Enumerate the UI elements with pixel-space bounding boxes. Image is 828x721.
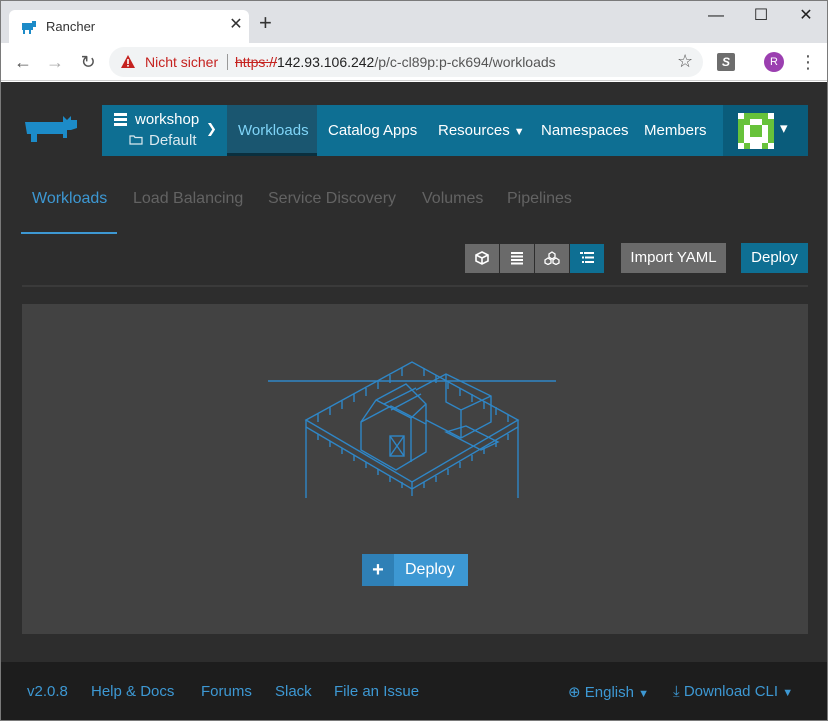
nav-label: Resources: [438, 122, 510, 139]
subtab-volumes[interactable]: Volumes: [422, 190, 483, 208]
language-selector[interactable]: ⊕ English ▼: [568, 683, 649, 701]
browser-titlebar: Rancher ✕ + — ☐ ✕: [1, 1, 827, 43]
address-separator: [227, 54, 228, 70]
deploy-button[interactable]: Deploy: [741, 243, 808, 273]
file-issue-link[interactable]: File an Issue: [334, 683, 419, 700]
plus-icon: +: [362, 554, 394, 586]
tab-title: Rancher: [46, 19, 96, 34]
security-warning: Nicht sicher: [145, 54, 219, 70]
rancher-app: workshop Default ❯ Workloads Catalog App…: [1, 82, 827, 720]
nav-label: Namespaces: [541, 122, 629, 139]
url-text[interactable]: https://142.93.106.242/p/c-cl89p:p-ck694…: [235, 54, 556, 70]
back-button[interactable]: ←: [12, 51, 34, 73]
rancher-favicon-icon: [22, 21, 36, 34]
maximize-button[interactable]: ☐: [738, 1, 784, 31]
version-label: v2.0.8: [27, 683, 68, 700]
url-scheme: https://: [235, 54, 278, 70]
close-window-button[interactable]: ✕: [783, 1, 827, 31]
url-host: 142.93.106.242: [277, 54, 375, 70]
help-docs-link[interactable]: Help & Docs: [91, 683, 174, 700]
subtab-workloads[interactable]: Workloads: [32, 190, 107, 208]
cluster-project-selector[interactable]: workshop Default ❯: [102, 105, 227, 156]
browser-toolbar: ← → ↻ Nicht sicher https://142.93.106.24…: [1, 43, 827, 81]
cluster-name: workshop: [135, 111, 200, 128]
subtab-service-discovery[interactable]: Service Discovery: [268, 190, 396, 208]
globe-icon: ⊕: [568, 684, 581, 701]
view-nodes-button[interactable]: [535, 244, 569, 273]
nav-workloads[interactable]: Workloads: [227, 105, 317, 156]
browser-window: Rancher ✕ + — ☐ ✕ ← → ↻ Nicht sicher htt…: [0, 0, 828, 721]
user-avatar-icon: [738, 113, 774, 149]
list-icon: [511, 252, 523, 265]
nav-resources[interactable]: Resources ▼: [438, 105, 525, 156]
chevron-down-icon: ▾: [780, 120, 788, 137]
view-cube-button[interactable]: [465, 244, 499, 273]
empty-deploy-label: Deploy: [405, 561, 455, 578]
forward-button[interactable]: →: [44, 51, 66, 73]
user-menu[interactable]: ▾: [723, 105, 808, 156]
rancher-logo-icon[interactable]: [23, 112, 79, 146]
tab-close-icon[interactable]: ✕: [227, 16, 245, 34]
chevron-down-icon: ▼: [513, 126, 525, 138]
profile-avatar[interactable]: R: [764, 52, 784, 72]
view-grouped-list-button[interactable]: [570, 244, 604, 273]
language-label: English: [584, 684, 634, 701]
project-name: Default: [149, 132, 197, 149]
divider: [22, 285, 808, 287]
reload-button[interactable]: ↻: [77, 51, 99, 73]
active-tab-indicator: [21, 232, 117, 234]
empty-deploy-button[interactable]: + Deploy: [362, 554, 468, 586]
nav-catalog-apps[interactable]: Catalog Apps: [328, 105, 417, 156]
extension-icon[interactable]: S: [717, 53, 735, 71]
grouped-list-icon: [580, 252, 594, 263]
cube-icon: [475, 251, 489, 265]
nodes-icon: [544, 251, 560, 266]
main-nav-bar: workshop Default ❯ Workloads Catalog App…: [102, 105, 808, 156]
download-cli-link[interactable]: ⤓ Download CLI ▼: [673, 683, 793, 700]
folder-icon: [129, 135, 143, 145]
slack-link[interactable]: Slack: [275, 683, 312, 700]
download-label: Download CLI: [683, 683, 779, 700]
nav-members[interactable]: Members: [644, 105, 707, 156]
browser-menu-icon[interactable]: ⋮: [799, 51, 817, 73]
footer: v2.0.8 Help & Docs Forums Slack File an …: [1, 662, 827, 720]
new-tab-button[interactable]: +: [259, 12, 272, 34]
warning-icon: [121, 55, 135, 68]
download-icon: ⤓: [673, 683, 680, 700]
url-path: /p/c-cl89p:p-ck694/workloads: [374, 54, 556, 70]
chevron-down-icon: ❯: [206, 121, 217, 136]
import-yaml-button[interactable]: Import YAML: [621, 243, 726, 273]
empty-state-panel: + Deploy: [22, 304, 808, 634]
chevron-down-icon: ▼: [782, 687, 794, 699]
minimize-button[interactable]: —: [693, 1, 739, 31]
subtab-pipelines[interactable]: Pipelines: [507, 190, 572, 208]
browser-tab[interactable]: Rancher ✕: [9, 10, 249, 43]
nav-label: Workloads: [238, 122, 309, 139]
nav-label: Catalog Apps: [328, 122, 418, 139]
address-bar[interactable]: Nicht sicher https://142.93.106.242/p/c-…: [109, 47, 703, 77]
chevron-down-icon: ▼: [638, 688, 650, 700]
farm-illustration-icon: [268, 361, 556, 498]
nav-label: Members: [644, 122, 707, 139]
bookmark-star-icon[interactable]: ☆: [677, 51, 693, 72]
nav-namespaces[interactable]: Namespaces: [541, 105, 629, 156]
forums-link[interactable]: Forums: [201, 683, 252, 700]
subtab-load-balancing[interactable]: Load Balancing: [133, 190, 243, 208]
view-list-button[interactable]: [500, 244, 534, 273]
cluster-icon: [114, 113, 127, 126]
